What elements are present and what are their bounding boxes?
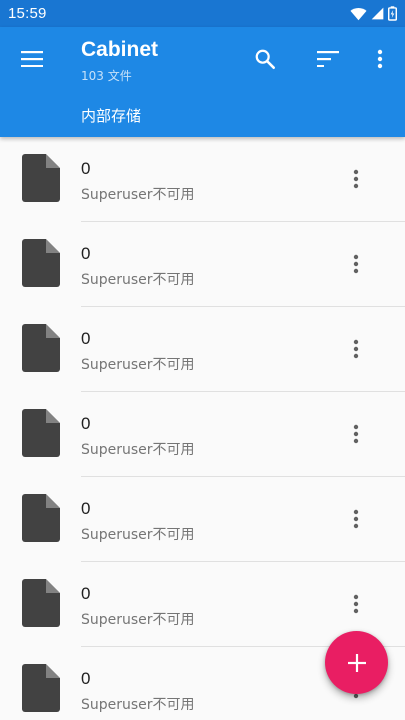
file-icon (22, 324, 60, 372)
menu-button[interactable] (12, 39, 52, 79)
file-name: 0 (81, 499, 91, 518)
file-name: 0 (81, 584, 91, 603)
status-time: 15:59 (8, 5, 47, 22)
search-button[interactable] (245, 39, 285, 79)
file-name: 0 (81, 159, 91, 178)
file-description: Superuser不可用 (81, 527, 195, 543)
more-vert-icon (353, 339, 359, 359)
file-icon (22, 409, 60, 457)
file-name: 0 (81, 414, 91, 433)
app-bar: Cabinet 103 文件 内部存储 (0, 27, 405, 137)
menu-icon (21, 51, 43, 67)
file-icon (22, 154, 60, 202)
file-description: Superuser不可用 (81, 697, 195, 713)
signal-icon (371, 7, 384, 20)
more-vert-icon (353, 594, 359, 614)
more-vert-icon (377, 49, 383, 69)
list-item[interactable]: 0 Superuser不可用 (0, 477, 405, 562)
row-more-button[interactable] (340, 244, 372, 284)
file-name: 0 (81, 329, 91, 348)
file-name: 0 (81, 244, 91, 263)
add-icon (347, 653, 366, 672)
file-icon (22, 494, 60, 542)
file-icon (22, 579, 60, 627)
status-bar: 15:59 (0, 0, 405, 27)
row-more-button[interactable] (340, 584, 372, 624)
file-name: 0 (81, 669, 91, 688)
file-description: Superuser不可用 (81, 442, 195, 458)
more-options-button[interactable] (360, 39, 400, 79)
battery-icon (388, 6, 397, 21)
row-more-button[interactable] (340, 159, 372, 199)
sort-button[interactable] (308, 39, 348, 79)
more-vert-icon (353, 169, 359, 189)
file-icon (22, 664, 60, 712)
add-fab-button[interactable] (325, 631, 388, 694)
file-description: Superuser不可用 (81, 612, 195, 628)
file-icon (22, 239, 60, 287)
list-item[interactable]: 0 Superuser不可用 (0, 137, 405, 222)
file-count: 103 文件 (81, 69, 132, 83)
more-vert-icon (353, 424, 359, 444)
list-item[interactable]: 0 Superuser不可用 (0, 307, 405, 392)
file-description: Superuser不可用 (81, 357, 195, 373)
status-icons (350, 6, 397, 21)
sort-icon (317, 51, 339, 67)
list-item[interactable]: 0 Superuser不可用 (0, 222, 405, 307)
list-item[interactable]: 0 Superuser不可用 (0, 392, 405, 477)
more-vert-icon (353, 509, 359, 529)
more-vert-icon (353, 254, 359, 274)
row-more-button[interactable] (340, 499, 372, 539)
wifi-icon (350, 7, 367, 20)
file-description: Superuser不可用 (81, 187, 195, 203)
row-more-button[interactable] (340, 414, 372, 454)
row-more-button[interactable] (340, 329, 372, 369)
search-icon (255, 49, 275, 69)
breadcrumb-internal-storage[interactable]: 内部存储 (81, 105, 141, 126)
file-description: Superuser不可用 (81, 272, 195, 288)
page-title: Cabinet (81, 38, 159, 61)
